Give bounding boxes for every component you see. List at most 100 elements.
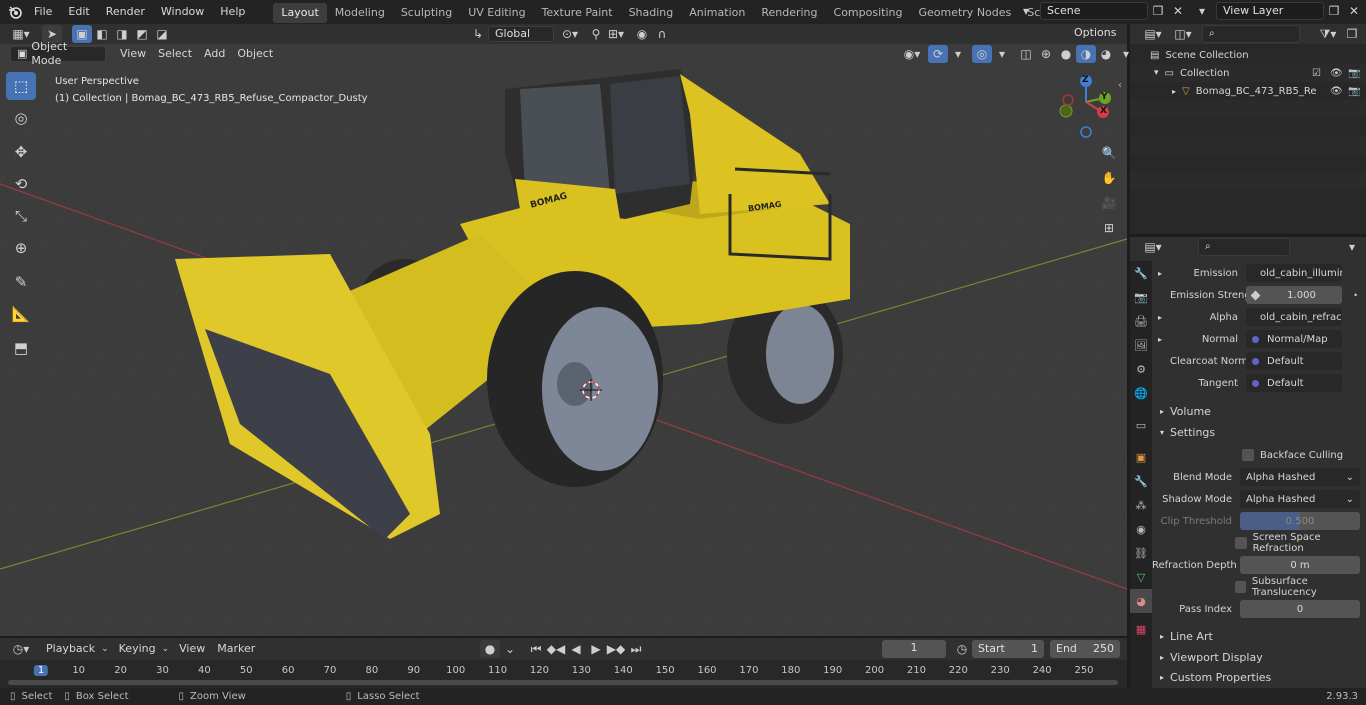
tab-sculpting[interactable]: Sculpting [393, 3, 460, 23]
property-value-field[interactable]: old_cabin_refract_in... [1246, 308, 1342, 326]
jump-start-icon[interactable]: ⏮ [526, 640, 546, 658]
outliner-row-object[interactable]: ▸ ▽ Bomag_BC_473_RB5_Re 👁 📷 [1130, 82, 1366, 100]
settings-section[interactable]: ▾ Settings [1152, 422, 1366, 442]
overlay-toggle-icon[interactable]: ◎ [972, 45, 992, 63]
next-keyframe-icon[interactable]: ▶◆ [606, 640, 626, 658]
cursor-tool-icon[interactable]: ◎ [6, 104, 36, 132]
xray-icon[interactable]: ◫ [1016, 45, 1036, 63]
3d-viewport[interactable]: BOMAG BOMAG [0, 44, 1127, 636]
rendered-shading-icon[interactable]: ◕ [1096, 45, 1116, 63]
expand-arrow-icon[interactable]: ▾ [1154, 68, 1159, 78]
viewport-menu-add[interactable]: Add [198, 45, 231, 63]
display-mode-icon[interactable]: ◫▾ [1168, 25, 1198, 43]
preview-range-icon[interactable]: ◷ [952, 640, 972, 658]
screen-space-refraction-checkbox[interactable] [1235, 537, 1247, 549]
annotate-tool-icon[interactable]: ✎ [6, 268, 36, 296]
menu-help[interactable]: Help [212, 0, 253, 24]
expand-arrow-icon[interactable]: ▸ [1158, 313, 1170, 322]
navigation-gizmo[interactable]: Z Y X [1058, 74, 1114, 138]
delete-scene-icon[interactable]: ✕ [1168, 2, 1188, 20]
constraints-tab-icon[interactable]: ⛓ [1130, 541, 1152, 565]
property-value-field[interactable]: Default [1246, 374, 1342, 392]
properties-options-icon[interactable]: ▾ [1342, 238, 1362, 256]
delete-view-layer-icon[interactable]: ✕ [1344, 2, 1364, 20]
tab-rendering[interactable]: Rendering [753, 3, 825, 23]
scene-tab-icon[interactable]: ⚙ [1130, 357, 1152, 381]
menu-render[interactable]: Render [98, 0, 153, 24]
property-value-field[interactable]: old_cabin_illuminati... [1246, 264, 1342, 282]
tool-tab-icon[interactable]: 🔧 [1130, 261, 1152, 285]
filter-icon[interactable]: ⧩▾ [1314, 25, 1342, 43]
scene-icon[interactable]: ▾ [1012, 2, 1040, 20]
outliner-editor-type-icon[interactable]: ▤▾ [1138, 25, 1168, 43]
view-layer-field[interactable]: View Layer [1216, 2, 1324, 20]
scale-tool-icon[interactable]: ⤡ [6, 202, 36, 230]
add-cube-tool-icon[interactable]: ⬒ [6, 334, 36, 362]
texture-tab-icon[interactable]: ▦ [1130, 617, 1152, 641]
visibility-eye-icon[interactable]: 👁 [1330, 68, 1343, 79]
sidebar-toggle-icon[interactable]: ‹ [1118, 80, 1122, 91]
expand-arrow-icon[interactable]: ▸ [1158, 269, 1170, 278]
select-box-tool-icon[interactable]: ⬚ [6, 72, 36, 100]
measure-tool-icon[interactable]: 📐 [6, 300, 36, 328]
transform-orientation-dropdown[interactable]: Global [488, 26, 554, 42]
gizmo-toggle-icon[interactable]: ⟳ [928, 45, 948, 63]
custom-properties-section[interactable]: ▸ Custom Properties [1152, 667, 1366, 687]
new-view-layer-icon[interactable]: ❐ [1324, 2, 1344, 20]
transform-tool-icon[interactable]: ⊕ [6, 234, 36, 262]
mode-intersect-icon[interactable]: ◪ [152, 25, 172, 43]
current-frame-field[interactable]: 1 [882, 640, 946, 658]
menu-file[interactable]: File [26, 0, 60, 24]
tab-texture-paint[interactable]: Texture Paint [534, 3, 621, 23]
property-value-field[interactable]: 1.000 [1246, 286, 1342, 304]
object-tab-icon[interactable]: ▣ [1130, 445, 1152, 469]
outliner-search[interactable]: ⌕ [1202, 25, 1300, 43]
options-dropdown[interactable]: Options [1068, 26, 1124, 42]
tab-shading[interactable]: Shading [621, 3, 682, 23]
zoom-icon[interactable]: 🔍 [1098, 142, 1120, 164]
blender-logo-icon[interactable] [4, 3, 26, 21]
snap-target-icon[interactable]: ⊞▾ [606, 25, 626, 43]
play-icon[interactable]: ▶ [586, 640, 606, 658]
backface-culling-checkbox[interactable] [1242, 449, 1254, 461]
tab-uv-editing[interactable]: UV Editing [460, 3, 533, 23]
new-scene-icon[interactable]: ❐ [1148, 2, 1168, 20]
solid-shading-icon[interactable]: ● [1056, 45, 1076, 63]
mode-invert-icon[interactable]: ◩ [132, 25, 152, 43]
mode-subtract-icon[interactable]: ◨ [112, 25, 132, 43]
tab-modeling[interactable]: Modeling [327, 3, 393, 23]
viewport-menu-view[interactable]: View [114, 45, 152, 63]
keying-dropdown-icon[interactable]: ⌄ [500, 640, 520, 658]
subsurface-translucency-checkbox[interactable] [1234, 581, 1246, 593]
tab-geometry-nodes[interactable]: Geometry Nodes [910, 3, 1019, 23]
tab-layout[interactable]: Layout [273, 3, 327, 23]
property-value-field[interactable]: Default [1246, 352, 1342, 370]
property-value-field[interactable]: Normal/Map [1246, 330, 1342, 348]
data-tab-icon[interactable]: ▽ [1130, 565, 1152, 589]
prev-keyframe-icon[interactable]: ◆◀ [546, 640, 566, 658]
viewport-display-section[interactable]: ▸ Viewport Display [1152, 647, 1366, 667]
move-tool-icon[interactable]: ✥ [6, 138, 36, 166]
view-layer-tab-icon[interactable]: 🖼 [1130, 333, 1152, 357]
snap-icon[interactable]: ⚲ [586, 25, 606, 43]
scene-field[interactable]: Scene [1040, 2, 1148, 20]
viewport-menu-select[interactable]: Select [152, 45, 198, 63]
material-shading-icon[interactable]: ◑ [1076, 45, 1096, 63]
pass-index-field[interactable]: 0 [1240, 600, 1360, 618]
gizmo-dropdown-icon[interactable]: ▾ [948, 45, 968, 63]
outliner-row-collection[interactable]: ▾ ▭ Collection ☑ 👁 📷 [1130, 64, 1366, 82]
render-tab-icon[interactable]: 📷 [1130, 285, 1152, 309]
properties-editor-type-icon[interactable]: ▤▾ [1138, 238, 1168, 256]
refraction-depth-field[interactable]: 0 m [1240, 556, 1360, 574]
collection-tab-icon[interactable]: ▭ [1130, 413, 1152, 437]
start-frame-field[interactable]: Start 1 [972, 640, 1044, 658]
expand-arrow-icon[interactable]: ▸ [1172, 87, 1176, 96]
tab-compositing[interactable]: Compositing [826, 3, 911, 23]
menu-window[interactable]: Window [153, 0, 212, 24]
material-tab-icon[interactable]: ◕ [1130, 589, 1152, 613]
end-frame-field[interactable]: End 250 [1050, 640, 1120, 658]
world-tab-icon[interactable]: 🌐 [1130, 381, 1152, 405]
overlay-dropdown-icon[interactable]: ▾ [992, 45, 1012, 63]
render-camera-icon[interactable]: 📷 [1348, 86, 1360, 97]
expand-arrow-icon[interactable]: ▸ [1158, 335, 1170, 344]
